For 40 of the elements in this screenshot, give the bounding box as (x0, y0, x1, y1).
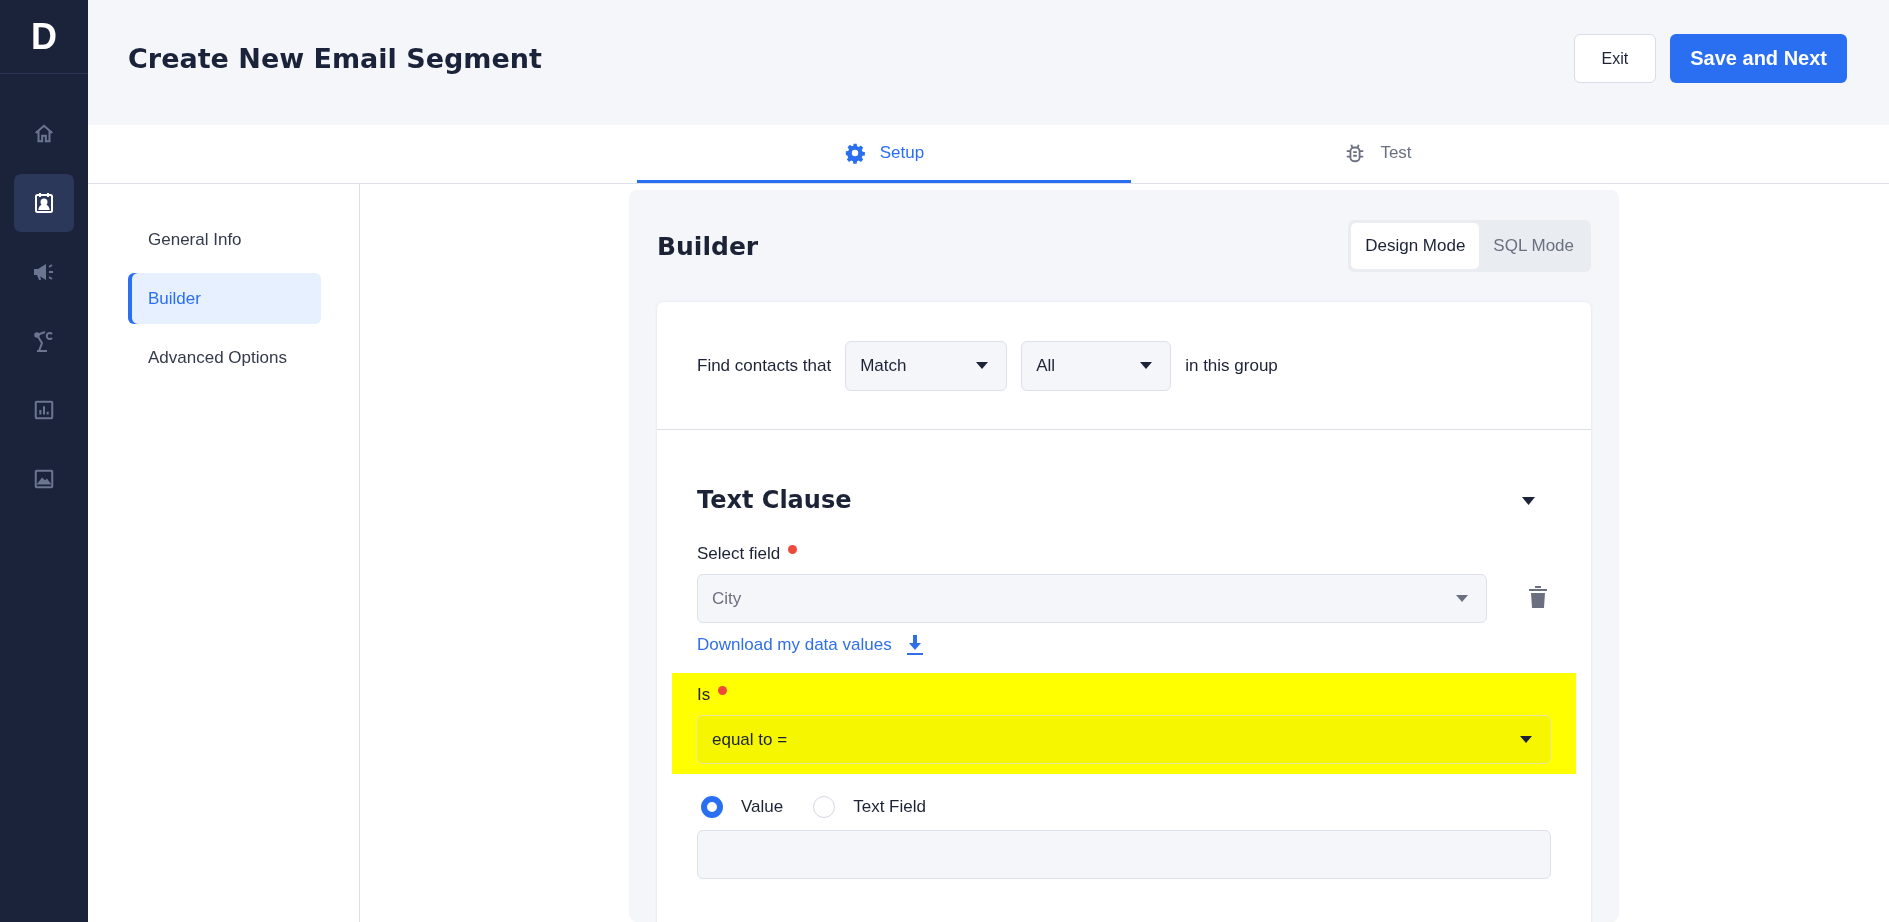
operator-select[interactable]: equal to = (697, 715, 1551, 764)
radio-label: Value (741, 797, 784, 817)
caret-icon (1140, 362, 1153, 369)
operator-label: Is (697, 685, 711, 705)
image-icon (33, 468, 55, 490)
builder-title: Builder (657, 231, 759, 261)
clause-title: Text Clause (697, 486, 852, 514)
page-title: Create New Email Segment (128, 43, 542, 74)
caret-icon (976, 362, 989, 369)
step-nav-item[interactable]: Builder (128, 273, 321, 324)
match-select[interactable]: Match (845, 340, 1008, 391)
caret-icon (1522, 496, 1535, 505)
caret-icon (1456, 595, 1468, 602)
caret-icon (1520, 736, 1532, 743)
step-nav-item[interactable]: Advanced Options (128, 332, 321, 383)
tab[interactable]: Setup (637, 125, 1131, 183)
match-prefix: Find contacts that (697, 355, 832, 376)
home-icon (33, 123, 55, 145)
mode-option[interactable]: SQL Mode (1479, 223, 1588, 269)
scope-select[interactable]: All (1021, 340, 1172, 391)
match-suffix: in this group (1185, 355, 1278, 376)
value-input[interactable] (697, 830, 1551, 879)
bar-chart-icon (33, 399, 55, 421)
field-select[interactable]: City (697, 574, 1487, 623)
contact-card-icon (32, 191, 56, 215)
tab[interactable]: Test (1131, 125, 1625, 183)
save-and-next-button[interactable]: Save and Next (1670, 34, 1847, 83)
field-label: Select field (697, 544, 781, 564)
radio-button[interactable] (701, 796, 723, 818)
exit-button[interactable]: Exit (1573, 34, 1657, 83)
download-icon (905, 635, 924, 655)
robot-arm-icon (32, 329, 56, 353)
download-link[interactable]: Download my data values (697, 635, 924, 655)
sidebar-nav-button[interactable] (14, 174, 74, 232)
megaphone-icon (32, 261, 56, 283)
mode-option[interactable]: Design Mode (1351, 223, 1480, 269)
trash-icon (1529, 586, 1547, 608)
settings-icon (843, 141, 866, 164)
radio-label: Text Field (853, 797, 926, 817)
step-nav-item[interactable]: General Info (128, 214, 321, 265)
